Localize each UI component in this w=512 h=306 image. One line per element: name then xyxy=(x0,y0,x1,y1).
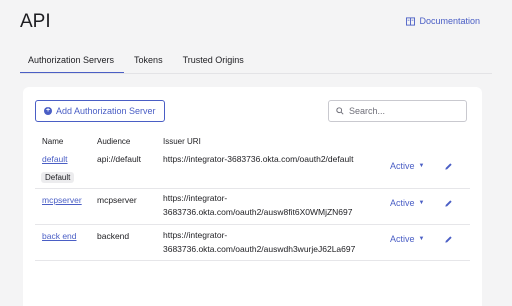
server-name-link[interactable]: mcpserver xyxy=(42,193,82,208)
column-header-audience: Audience xyxy=(97,137,131,146)
status-dropdown[interactable]: Active ▼ xyxy=(390,234,424,244)
pencil-icon[interactable] xyxy=(444,199,453,208)
caret-down-icon: ▼ xyxy=(418,236,425,242)
server-name-mcpserver[interactable]: mcpserver xyxy=(42,195,82,205)
pencil-icon[interactable] xyxy=(444,235,453,244)
status-label: Active xyxy=(390,234,415,244)
audience-value: mcpserver xyxy=(97,195,137,205)
server-name-link[interactable]: default xyxy=(42,152,68,167)
search-input[interactable] xyxy=(349,106,459,116)
issuer-uri-value: https://integrator-3683736.okta.com/oaut… xyxy=(163,154,354,164)
caret-down-icon: ▼ xyxy=(418,200,425,206)
book-icon xyxy=(406,16,416,26)
status-label: Active xyxy=(390,161,415,171)
audience-value: api://default xyxy=(97,154,141,164)
server-name-default[interactable]: default xyxy=(42,154,68,164)
search-box xyxy=(328,100,467,122)
search-icon xyxy=(336,107,344,115)
table-row: default Default api://default https://in… xyxy=(35,151,470,189)
status-label: Active xyxy=(390,198,415,208)
column-header-issuer-uri: Issuer URI xyxy=(163,137,201,146)
plus-circle-icon: + xyxy=(44,107,52,115)
add-button-label: Add Authorization Server xyxy=(56,106,156,116)
status-dropdown[interactable]: Active ▼ xyxy=(390,198,424,208)
tab-bar: Authorization Servers Tokens Trusted Ori… xyxy=(20,51,254,74)
page-title: API xyxy=(20,11,51,32)
caret-down-icon: ▼ xyxy=(418,163,425,169)
documentation-label: Documentation xyxy=(419,16,480,26)
table-row: back end backend https://integrator- 368… xyxy=(35,225,470,261)
issuer-uri-value-line1: https://integrator- xyxy=(163,193,228,203)
tab-trusted-origins[interactable]: Trusted Origins xyxy=(173,51,254,74)
issuer-uri-value-line1: https://integrator- xyxy=(163,230,228,240)
default-badge: Default xyxy=(41,172,75,183)
tab-authorization-servers[interactable]: Authorization Servers xyxy=(20,51,125,74)
pencil-icon[interactable] xyxy=(444,162,453,171)
column-header-name: Name xyxy=(42,137,64,146)
status-dropdown[interactable]: Active ▼ xyxy=(390,161,424,171)
documentation-link[interactable]: Documentation xyxy=(406,16,480,26)
issuer-uri-value-line2: 3683736.okta.com/oauth2/ausw8fit6X0WMjZN… xyxy=(163,207,353,217)
issuer-uri-value-line2: 3683736.okta.com/oauth2/auswdh3wurjeJ62L… xyxy=(163,244,356,254)
server-name-back-end[interactable]: back end xyxy=(42,231,77,241)
tab-tokens[interactable]: Tokens xyxy=(124,51,173,74)
audience-value: backend xyxy=(97,231,130,241)
table-row: mcpserver mcpserver https://integrator- … xyxy=(35,189,470,225)
add-authorization-server-button[interactable]: + Add Authorization Server xyxy=(35,100,165,122)
server-name-link[interactable]: back end xyxy=(42,229,77,244)
tabs-divider xyxy=(20,73,492,74)
authorization-servers-card: + Add Authorization Server Name Audience… xyxy=(23,87,482,306)
